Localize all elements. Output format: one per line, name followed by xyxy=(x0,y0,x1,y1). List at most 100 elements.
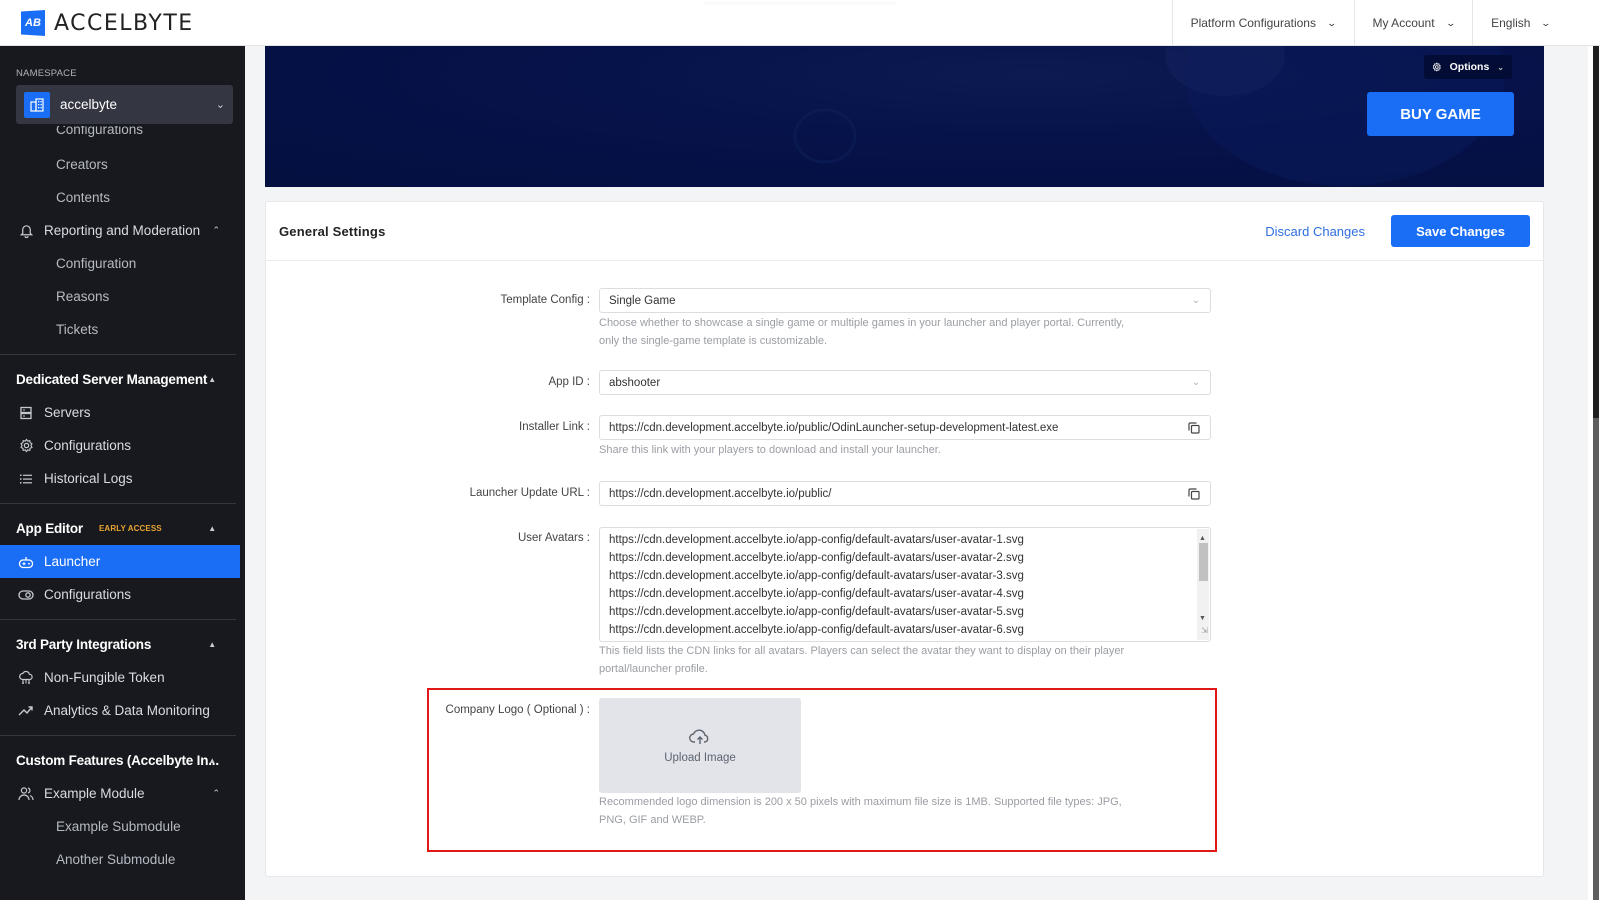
launcher-preview-banner: Options ⌄ BUY GAME xyxy=(265,46,1544,187)
top-nav: Platform Configurations ⌄ My Account ⌄ E… xyxy=(1172,0,1568,46)
brand-name: ACCELBYTE xyxy=(54,11,194,36)
sidebar-item-non-fungible-token[interactable]: Non-Fungible Token xyxy=(0,661,240,694)
language-label: English xyxy=(1491,16,1530,30)
help-line: PNG, GIF and WEBP. xyxy=(599,811,1209,829)
sidebar-item-reporting-and-moderation[interactable]: Reporting and Moderation ⌃ xyxy=(0,214,240,247)
chevron-down-icon: ⌄ xyxy=(1192,295,1200,306)
sidebar-item-label: Configuration xyxy=(56,256,136,271)
gear-icon xyxy=(18,438,34,454)
sidebar-item-tickets[interactable]: Tickets xyxy=(0,313,240,346)
sidebar-nav: Configurations Creators Contents Reporti… xyxy=(0,126,240,876)
discard-changes-button[interactable]: Discard Changes xyxy=(1265,224,1365,239)
sidebar-item-another-submodule[interactable]: Another Submodule xyxy=(0,843,240,876)
building-icon xyxy=(24,92,50,118)
user-avatars-textarea[interactable]: https://cdn.development.accelbyte.io/app… xyxy=(599,527,1211,642)
sidebar-item-label: Launcher xyxy=(44,554,100,569)
banner-artwork xyxy=(265,46,1544,187)
help-line: portal/launcher profile. xyxy=(599,660,1199,678)
sidebar-item-configurations-clipped[interactable]: Configurations xyxy=(0,126,240,146)
avatar-url: https://cdn.development.accelbyte.io/app… xyxy=(609,549,1201,567)
launcher-update-url-value: https://cdn.development.accelbyte.io/pub… xyxy=(609,488,831,500)
sidebar-item-label: Tickets xyxy=(56,322,98,337)
sidebar-item-label: Configurations xyxy=(44,438,131,453)
sidebar-item-contents[interactable]: Contents xyxy=(0,181,240,214)
caret-up-icon: ▲ xyxy=(208,756,216,765)
template-config-select[interactable]: Single Game ⌄ xyxy=(599,288,1211,313)
installer-link-input[interactable]: https://cdn.development.accelbyte.io/pub… xyxy=(599,415,1211,440)
sidebar-item-example-module[interactable]: Example Module ⌃ xyxy=(0,777,240,810)
namespace-select[interactable]: accelbyte ⌄ xyxy=(16,85,233,124)
platform-configurations-label: Platform Configurations xyxy=(1191,16,1316,30)
installer-link-help: Share this link with your players to dow… xyxy=(599,441,1199,459)
bell-icon xyxy=(18,223,34,239)
options-label: Options xyxy=(1450,61,1490,73)
sidebar-item-app-editor-configurations[interactable]: Configurations xyxy=(0,578,240,611)
sidebar-section-dedicated-server-management[interactable]: Dedicated Server Management ▲ xyxy=(0,363,240,396)
gear-icon xyxy=(1432,61,1442,73)
sidebar-section-3rd-party-integrations[interactable]: 3rd Party Integrations ▲ xyxy=(0,628,240,661)
help-line: only the single-game template is customi… xyxy=(599,332,1199,350)
save-changes-button[interactable]: Save Changes xyxy=(1391,215,1530,247)
chevron-down-icon: ⌄ xyxy=(1445,18,1456,29)
page-scrollbar[interactable] xyxy=(1588,46,1600,900)
resize-handle-icon[interactable]: ⇲ xyxy=(1201,622,1208,640)
caret-up-icon: ▲ xyxy=(208,524,216,533)
divider xyxy=(0,735,236,736)
app-id-select[interactable]: abshooter ⌄ xyxy=(599,370,1211,395)
scrollbar-thumb[interactable] xyxy=(1199,543,1208,581)
cloud-network-icon xyxy=(18,670,34,686)
chevron-up-icon: ⌃ xyxy=(212,788,220,799)
avatar-url: https://cdn.development.accelbyte.io/app… xyxy=(609,603,1201,621)
sidebar-section-app-editor[interactable]: App Editor EARLY ACCESS ▲ xyxy=(0,512,240,545)
sidebar-item-configuration[interactable]: Configuration xyxy=(0,247,240,280)
my-account-menu[interactable]: My Account ⌄ xyxy=(1354,0,1473,46)
copy-icon[interactable] xyxy=(1187,487,1201,501)
list-icon xyxy=(18,471,34,487)
options-button[interactable]: Options ⌄ xyxy=(1424,55,1512,79)
app-id-value: abshooter xyxy=(609,377,660,389)
accelbyte-logo[interactable]: AB ACCELBYTE xyxy=(21,10,194,36)
divider xyxy=(0,503,236,504)
sidebar-item-servers[interactable]: Servers xyxy=(0,396,240,429)
sidebar-item-example-submodule[interactable]: Example Submodule xyxy=(0,810,240,843)
chevron-down-icon: ⌄ xyxy=(1541,18,1552,29)
sidebar-item-label: Configurations xyxy=(44,587,131,602)
user-avatars-label: User Avatars : xyxy=(518,532,590,544)
my-account-label: My Account xyxy=(1373,16,1435,30)
top-shadow xyxy=(705,0,895,2)
clipped-row: Configurations xyxy=(0,126,240,148)
users-icon xyxy=(18,786,34,802)
platform-configurations-menu[interactable]: Platform Configurations ⌄ xyxy=(1172,0,1354,46)
caret-up-icon: ▲ xyxy=(208,375,216,384)
accelbyte-logo-icon: AB xyxy=(21,10,45,36)
sidebar-item-label: Reporting and Moderation xyxy=(44,223,200,238)
sidebar-item-creators[interactable]: Creators xyxy=(0,148,240,181)
sidebar-item-launcher[interactable]: Launcher xyxy=(0,545,240,578)
sidebar-item-dsm-configurations[interactable]: Configurations xyxy=(0,429,240,462)
installer-link-value: https://cdn.development.accelbyte.io/pub… xyxy=(609,422,1058,434)
sidebar-item-label: Analytics & Data Monitoring xyxy=(44,703,210,718)
launcher-update-url-input[interactable]: https://cdn.development.accelbyte.io/pub… xyxy=(599,481,1211,506)
divider xyxy=(0,354,236,355)
chevron-down-icon: ⌄ xyxy=(216,98,225,111)
launcher-update-url-label: Launcher Update URL : xyxy=(470,487,590,499)
namespace-label: NAMESPACE xyxy=(16,68,77,79)
sidebar-item-reasons[interactable]: Reasons xyxy=(0,280,240,313)
copy-icon[interactable] xyxy=(1187,421,1201,435)
sidebar-item-analytics[interactable]: Analytics & Data Monitoring xyxy=(0,694,240,727)
upload-image-button[interactable]: Upload Image xyxy=(599,698,801,793)
namespace-value: accelbyte xyxy=(60,97,216,112)
trending-up-icon xyxy=(18,703,34,719)
scrollbar-thumb[interactable] xyxy=(1593,46,1599,418)
sidebar-item-historical-logs[interactable]: Historical Logs xyxy=(0,462,240,495)
buy-game-button[interactable]: BUY GAME xyxy=(1367,92,1514,136)
card-title: General Settings xyxy=(279,224,1265,239)
early-access-badge: EARLY ACCESS xyxy=(99,524,162,533)
help-line: Recommended logo dimension is 200 x 50 p… xyxy=(599,793,1209,811)
card-header: General Settings Discard Changes Save Ch… xyxy=(266,202,1543,261)
sidebar-item-label: Another Submodule xyxy=(56,852,175,867)
template-config-value: Single Game xyxy=(609,295,675,307)
sidebar-section-custom-features[interactable]: Custom Features (Accelbyte In... ▲ xyxy=(0,744,240,777)
server-icon xyxy=(18,405,34,421)
language-menu[interactable]: English ⌄ xyxy=(1472,0,1568,46)
